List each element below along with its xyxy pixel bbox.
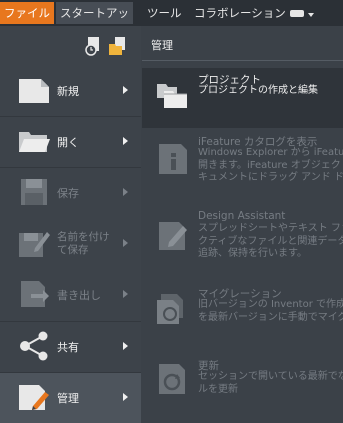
panel-item-title: Design Assistant [198,210,286,222]
chevron-right-icon [123,290,128,298]
project-folder-icon [157,84,187,108]
panel-item-migration[interactable]: マイグレーション 旧バージョンの Inventor で作成さ を最新バージョンに… [142,282,343,342]
open-folder-icon [19,132,50,152]
design-assistant-icon [159,222,187,250]
ifeature-catalog-icon [159,144,187,174]
submenu-panel: 管理 プロジェクト プロジェクトの作成と編集 iFeature カタログを表示 … [142,26,343,400]
menu-item-save[interactable]: 保存 [0,168,141,218]
menu-item-label: 保存 [57,186,79,200]
panel-header: 管理 [142,34,343,61]
menu-item-label: 共有 [57,340,79,354]
divider [142,60,343,61]
panel-item-description: 旧バージョンの Inventor で作成さ を最新バージョンに手動でマイグレ [198,299,343,323]
chevron-right-icon [123,188,128,196]
menu-item-save-as[interactable]: 名前を付けて保存 [0,219,141,269]
ribbon-tab-bar: ファイル スタートアップ ツール コラボレーション [0,0,343,42]
chevron-right-icon [123,86,128,94]
menu-item-new[interactable]: 新規 [0,66,141,116]
tab-collaboration[interactable]: コラボレーション [187,2,293,24]
panel-item-description: プロジェクトの作成と編集 [198,85,318,96]
share-icon [20,331,48,361]
tab-startup[interactable]: スタートアップ [56,2,133,42]
menu-item-label: 新規 [57,84,79,98]
menu-item-label: 書き出し [57,288,101,302]
recent-docs-toolbar [84,36,134,60]
panel-item-description: セッションで開いている最新でない ルを更新 [198,371,343,395]
manage-icon [19,385,49,410]
chevron-right-icon [123,342,128,350]
panel-title: 管理 [151,39,173,52]
menu-item-label: 名前を付けて保存 [57,231,110,256]
panel-item-update[interactable]: 更新 セッションで開いている最新でない ルを更新 [142,354,343,400]
panel-item-project[interactable]: プロジェクト プロジェクトの作成と編集 [142,68,343,128]
export-icon [21,281,49,307]
new-document-icon [19,79,49,103]
menu-item-export[interactable]: 書き出し [0,270,141,320]
tab-tools[interactable]: ツール [140,2,189,24]
panel-item-description: スプレッドシートやテキスト ファイルを クティブなファイルと関連データ ファ 追… [198,223,343,259]
menu-item-open[interactable]: 開く [0,117,141,167]
menu-item-manage[interactable]: 管理 [0,373,141,423]
menu-item-label: 管理 [57,391,79,405]
view-selector-dropdown[interactable] [288,7,316,20]
panel-item-design-assistant[interactable]: Design Assistant スプレッドシートやテキスト ファイルを クティ… [142,206,343,266]
save-as-icon [19,232,50,257]
window-icon [290,10,304,17]
menu-item-share[interactable]: 共有 [0,322,141,372]
chevron-right-icon [123,137,128,145]
chevron-right-icon [123,239,128,247]
update-icon [159,364,185,394]
menu-item-label: 開く [57,135,79,149]
panel-item-ifeature-catalog[interactable]: iFeature カタログを表示 Windows Explorer から iFe… [142,130,343,190]
chevron-down-icon [308,13,314,17]
application-menu: 新規 開く 保存 名前を付けて保存 書き出し 共有 管理 [0,26,141,423]
save-disk-icon [21,179,47,205]
recent-documents-icon[interactable] [84,36,104,56]
migration-icon [157,294,183,324]
tab-file[interactable]: ファイル [0,2,54,24]
open-documents-icon[interactable] [108,36,128,56]
panel-item-description: Windows Explorer から iFeature 開きます。iFeatu… [198,147,343,183]
